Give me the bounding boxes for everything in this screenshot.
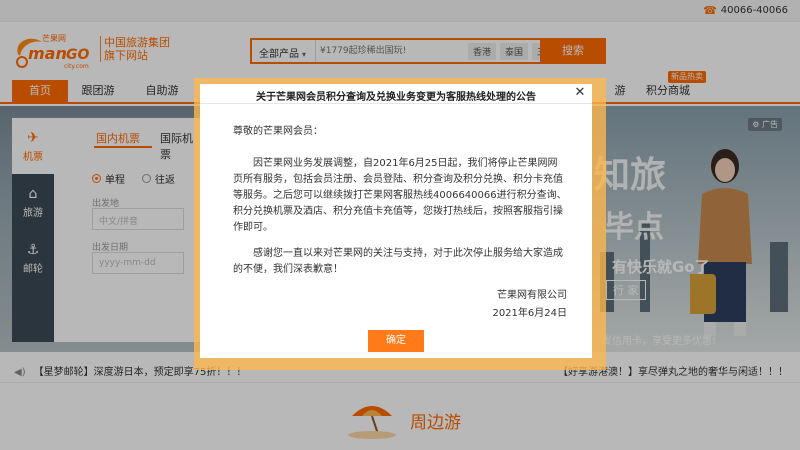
dialog-header: 关于芒果网会员积分查询及兑换业务变更为客服热线处理的公告 ✕ xyxy=(200,84,592,104)
greeting: 尊敬的芒果网会员： xyxy=(233,126,323,137)
announcement-paragraph: 因芒果网业务发展调整，自2021年6月25日起，我们将停止芒果网网页所有服务，包… xyxy=(233,158,567,233)
apology-paragraph: 感谢您一直以来对芒果网的关注与支持，对于此次停止服务给大家造成的不便，我们深表歉… xyxy=(233,248,563,275)
announcement-date: 2021年6月24日 xyxy=(492,308,567,319)
announcement-dialog: 关于芒果网会员积分查询及兑换业务变更为客服热线处理的公告 ✕ 尊敬的芒果网会员：… xyxy=(200,84,592,358)
close-icon[interactable]: ✕ xyxy=(573,86,587,100)
dialog-title: 关于芒果网会员积分查询及兑换业务变更为客服热线处理的公告 xyxy=(256,92,536,103)
confirm-button[interactable]: 确定 xyxy=(368,330,424,352)
signature: 芒果网有限公司 xyxy=(497,290,567,301)
dialog-body: 尊敬的芒果网会员： 因芒果网业务发展调整，自2021年6月25日起，我们将停止芒… xyxy=(233,124,567,322)
